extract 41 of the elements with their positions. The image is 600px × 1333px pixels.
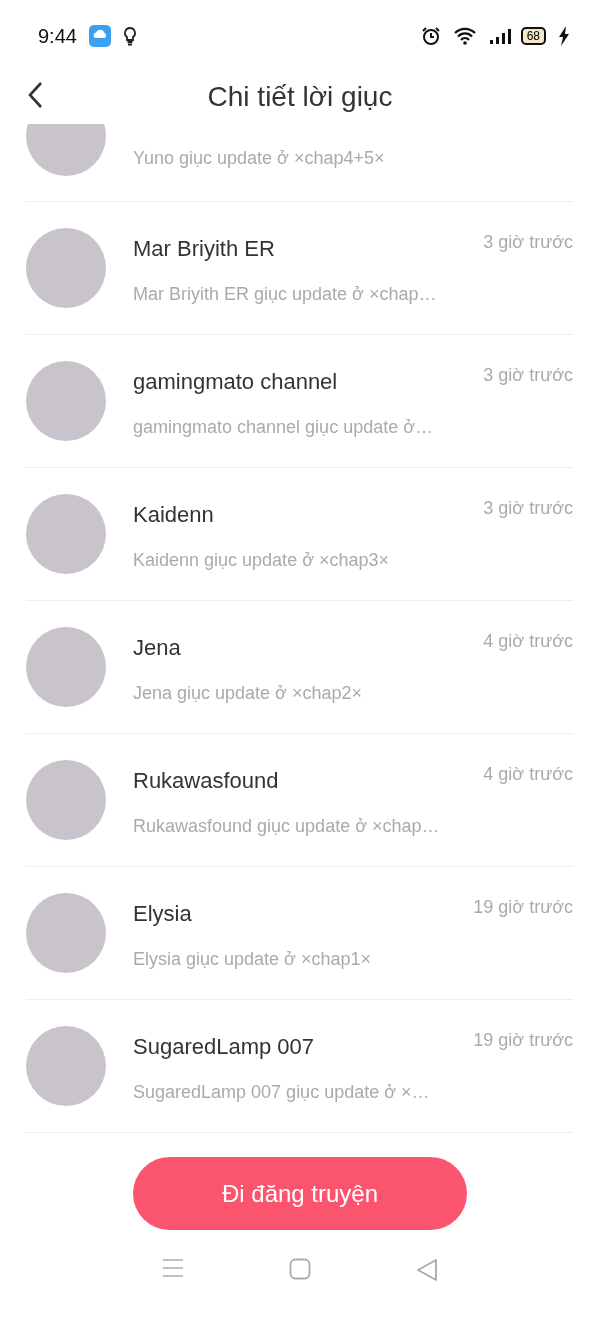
reminder-list-item[interactable]: gamingmato channel 3 giờ trước gamingmato channel giục update ở… <box>26 335 573 468</box>
home-square-icon[interactable] <box>289 1258 311 1280</box>
lightbulb-icon <box>122 26 137 46</box>
back-triangle-icon[interactable] <box>415 1258 438 1282</box>
user-name: Kaidenn <box>133 501 214 528</box>
reminder-message: Elysia giục update ở ×chap1× <box>133 948 372 970</box>
reminder-message: SugaredLamp 007 giục update ở ×… <box>133 1081 431 1103</box>
reminder-message: Yuno giục update ở ×chap4+5× <box>133 148 386 169</box>
signal-icon <box>488 27 513 45</box>
reminder-message: Jena giục update ở ×chap2× <box>133 682 363 704</box>
alarm-icon <box>420 26 441 46</box>
user-name: Elysia <box>133 900 192 927</box>
reminder-list-item[interactable]: Elysia 19 giờ trước Elysia giục update ở ×chap1× <box>26 867 573 1000</box>
reminder-list-item[interactable]: Rukawasfound 4 giờ trước Rukawasfound giục update ở ×chap… <box>26 734 573 867</box>
battery-level: 68 <box>520 27 546 45</box>
reminder-list-item[interactable]: Jena 4 giờ trước Jena giục update ở ×chap2× <box>26 601 573 734</box>
user-name: SugaredLamp 007 <box>133 1033 315 1060</box>
status-time: 9:44 <box>38 24 77 48</box>
timestamp: 3 giờ trước <box>483 364 573 386</box>
reminder-message: Rukawasfound giục update ở ×chap… <box>133 815 441 837</box>
timestamp: 19 giờ trước <box>473 896 573 918</box>
timestamp: 19 giờ trước <box>473 1029 573 1051</box>
page-title: Chi tiết lời giục <box>207 81 393 113</box>
reminder-list-item[interactable]: Mar Briyith ER 3 giờ trước Mar Briyith ER giục update ở ×chap… <box>26 202 573 335</box>
reminder-message: gamingmato channel giục update ở… <box>133 416 434 438</box>
timestamp: 4 giờ trước <box>483 630 573 652</box>
menu-icon[interactable] <box>162 1258 185 1278</box>
timestamp: 3 giờ trước <box>483 231 573 253</box>
reminder-message: Mar Briyith ER giục update ở ×chap… <box>133 283 438 305</box>
user-name: Mar Briyith ER <box>133 235 275 262</box>
reminder-list-item[interactable]: Kaidenn 3 giờ trước Kaidenn giục update ở ×chap3× <box>26 468 573 601</box>
cloud-app-icon <box>88 25 111 47</box>
reminder-message: Kaidenn giục update ở ×chap3× <box>133 549 390 571</box>
wifi-icon <box>452 27 477 45</box>
timestamp: 4 giờ trước <box>483 763 573 785</box>
timestamp: 3 giờ trước <box>483 497 573 519</box>
user-name: Rukawasfound <box>133 767 279 794</box>
user-name: gamingmato channel <box>133 368 338 395</box>
charging-bolt-icon <box>558 26 570 46</box>
reminder-list-item[interactable]: SugaredLamp 007 19 giờ trước SugaredLamp 007 giục update ở ×… <box>26 1000 573 1133</box>
user-name: Jena <box>133 634 181 661</box>
